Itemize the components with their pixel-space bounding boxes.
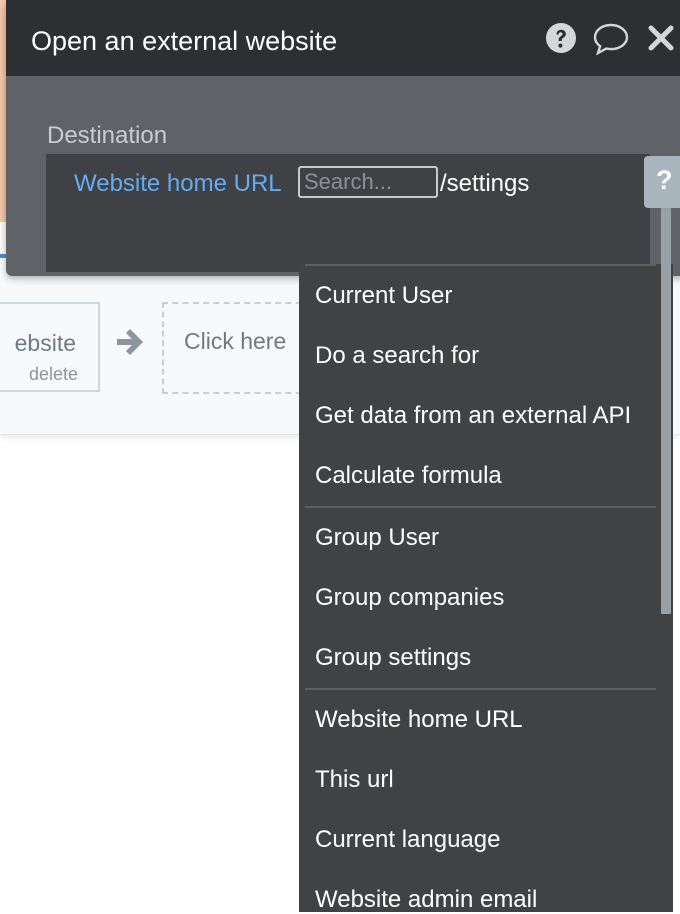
destination-label: Destination bbox=[47, 122, 168, 149]
workflow-action-delete-link[interactable]: delete bbox=[29, 364, 78, 385]
dropdown-item-current-language[interactable]: Current language bbox=[315, 826, 500, 854]
dropdown-scrollbar[interactable] bbox=[661, 208, 671, 614]
side-help-tab[interactable]: ? bbox=[644, 156, 680, 208]
dynamic-expression-token[interactable]: Website home URL bbox=[74, 170, 282, 198]
workflow-action-title: ebsite bbox=[14, 330, 76, 356]
close-icon[interactable] bbox=[647, 24, 675, 52]
dropdown-item-website-admin-email[interactable]: Website admin email bbox=[315, 886, 537, 914]
dropdown-item-calculate-formula[interactable]: Calculate formula bbox=[315, 462, 502, 490]
side-help-icon: ? bbox=[656, 165, 673, 195]
comment-icon[interactable] bbox=[592, 22, 630, 56]
dropdown-item-group-settings[interactable]: Group settings bbox=[315, 644, 471, 672]
dropdown-divider bbox=[305, 264, 656, 266]
help-icon[interactable] bbox=[545, 22, 577, 54]
dropdown-item-group-companies[interactable]: Group companies bbox=[315, 584, 504, 612]
editor-title: Open an external website bbox=[31, 26, 338, 56]
click-here-label: Click here bbox=[184, 328, 287, 354]
dropdown-item-this-url[interactable]: This url bbox=[315, 766, 394, 794]
dropdown-item-external-api[interactable]: Get data from an external API bbox=[315, 402, 631, 430]
dropdown-divider bbox=[305, 688, 656, 690]
arrow-right-icon bbox=[117, 329, 143, 355]
dynamic-data-dropdown[interactable]: Current User Do a search for Get data fr… bbox=[299, 208, 673, 914]
destination-static-text[interactable]: /settings bbox=[440, 170, 529, 198]
workflow-add-action-placeholder[interactable]: Click here bbox=[162, 302, 312, 394]
dropdown-item-current-user[interactable]: Current User bbox=[315, 282, 452, 310]
expression-search-input[interactable] bbox=[298, 166, 438, 198]
dropdown-item-do-a-search-for[interactable]: Do a search for bbox=[315, 342, 479, 370]
dropdown-item-group-user[interactable]: Group User bbox=[315, 524, 439, 552]
dropdown-item-website-home-url[interactable]: Website home URL bbox=[315, 706, 523, 734]
editor-header[interactable]: Open an external website bbox=[6, 0, 680, 76]
dropdown-divider bbox=[305, 506, 656, 508]
workflow-action-open-website[interactable]: ebsite delete bbox=[0, 302, 100, 392]
property-editor-window: Open an external website Destination Web… bbox=[6, 0, 680, 276]
destination-field[interactable]: Website home URL /settings bbox=[46, 154, 650, 272]
